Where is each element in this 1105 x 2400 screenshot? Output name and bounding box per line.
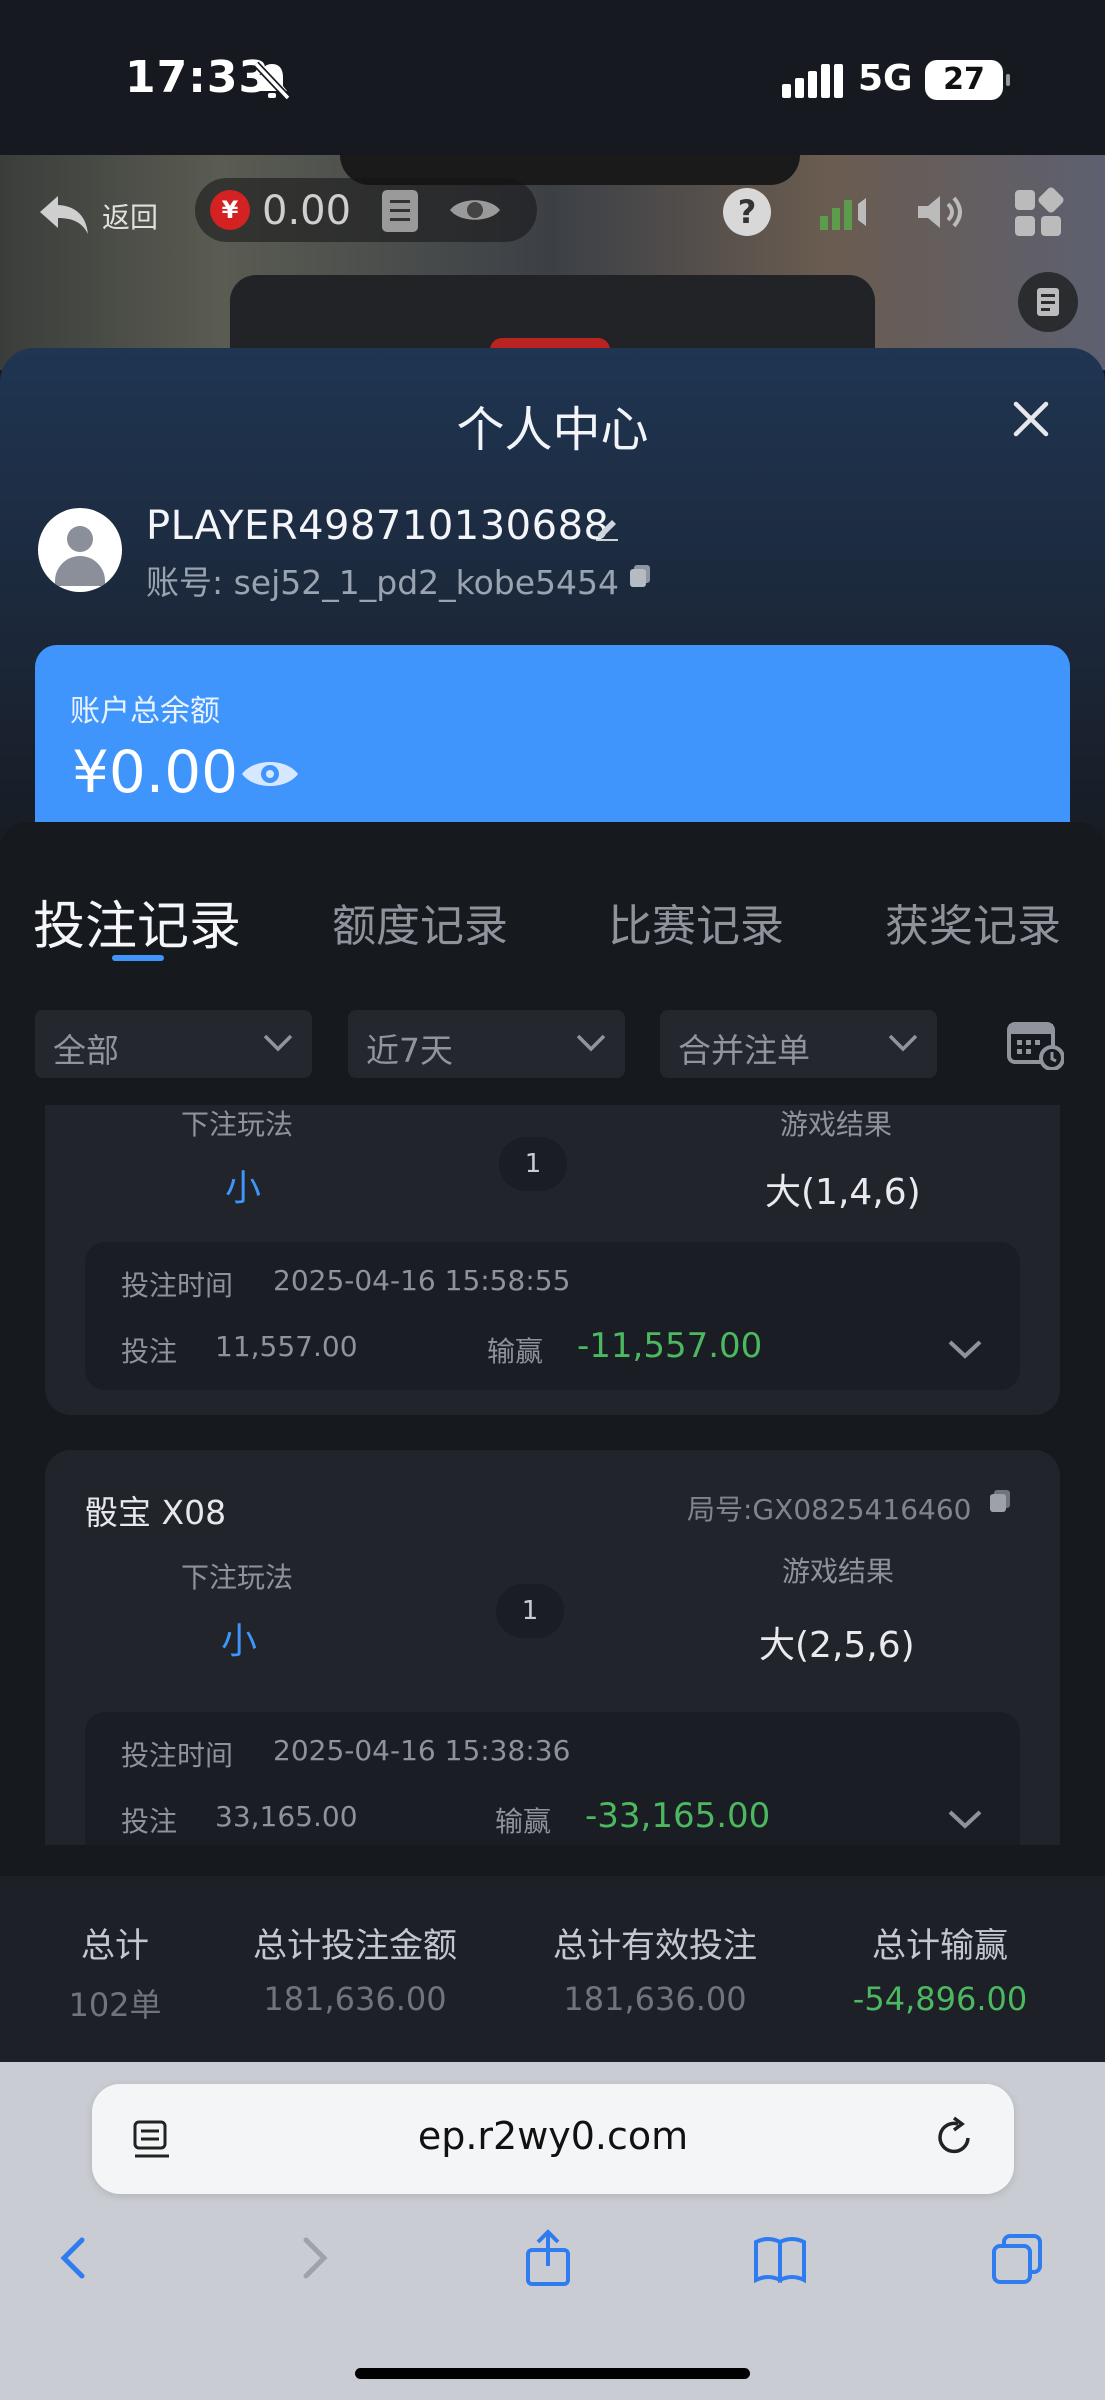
bet-count: 1 [499, 1137, 567, 1191]
total-valid-label: 总计有效投注 [553, 1926, 757, 1966]
account-id: 账号: sej52_1_pd2_kobe5454 [146, 563, 620, 602]
bet-pick: 小 [225, 1168, 262, 1209]
balance-card-amount: ¥0.00 [72, 738, 239, 806]
game-result: 大(2,5,6) [759, 1625, 915, 1666]
stake-amount: 33,165.00 [215, 1800, 358, 1833]
share-icon[interactable] [520, 2228, 576, 2288]
filter-bet-mode-value: 合并注单 [678, 1031, 810, 1070]
bet-detail-box: 投注时间 2025-04-16 15:58:55 投注 11,557.00 输赢… [85, 1242, 1020, 1390]
round-number: 局号:GX0825416460 [687, 1493, 972, 1526]
bet-detail-box: 投注时间 2025-04-16 15:38:36 投注 33,165.00 输赢… [85, 1712, 1020, 1845]
winloss-amount: -33,165.00 [585, 1796, 771, 1836]
network-type: 5G [858, 58, 913, 99]
filter-game-type[interactable]: 全部 [35, 1010, 312, 1078]
forward-nav-icon[interactable] [286, 2228, 342, 2288]
bet-count: 1 [496, 1584, 564, 1638]
bet-record-card[interactable]: 下注玩法 小 1 游戏结果 大(1,4,6) 投注时间 2025-04-16 1… [45, 1105, 1060, 1415]
result-label: 游戏结果 [780, 1108, 893, 1141]
status-time: 17:33 [125, 52, 271, 103]
player-name: PLAYER498710130688 [146, 503, 610, 549]
toggle-visibility-eye-icon[interactable] [240, 756, 300, 792]
chevron-down-icon [576, 1034, 606, 1052]
filter-date-range-value: 近7天 [366, 1031, 453, 1070]
total-count-label: 总计 [81, 1926, 149, 1966]
yen-coin-icon: ¥ [210, 190, 250, 230]
winloss-label: 输赢 [495, 1805, 552, 1838]
active-tab-indicator [112, 955, 164, 961]
result-label: 游戏结果 [782, 1555, 895, 1588]
edit-pencil-icon[interactable] [592, 512, 622, 542]
game-name: 骰宝 X08 [85, 1493, 227, 1532]
total-bet-value: 181,636.00 [263, 1980, 447, 2018]
total-winloss-value: -54,896.00 [852, 1980, 1028, 2018]
chevron-down-icon [263, 1034, 293, 1052]
calendar-clock-icon[interactable] [1006, 1018, 1064, 1070]
total-bet-label: 总计投注金额 [253, 1926, 457, 1966]
bet-time: 2025-04-16 15:58:55 [273, 1264, 571, 1297]
stake-label: 投注 [121, 1335, 178, 1368]
bet-time-label: 投注时间 [121, 1739, 234, 1772]
menu-grid-icon[interactable] [1015, 185, 1066, 236]
chart-stats-icon[interactable] [816, 188, 876, 236]
bet-time: 2025-04-16 15:38:36 [273, 1734, 571, 1767]
tab-match-records[interactable]: 比赛记录 [608, 890, 784, 954]
tab-bet-records[interactable]: 投注记录 [33, 884, 241, 959]
tabs-icon[interactable] [990, 2228, 1046, 2288]
total-count-value: 102单 [68, 1986, 162, 2024]
total-winloss-label: 总计输赢 [872, 1926, 1008, 1966]
copy-icon[interactable] [987, 1488, 1013, 1514]
notes-icon[interactable] [1018, 272, 1078, 332]
signal-icon [782, 62, 843, 98]
reload-icon[interactable] [934, 2114, 976, 2160]
help-icon[interactable]: ? [723, 188, 771, 236]
silent-bell-icon [253, 61, 291, 101]
volume-icon[interactable] [912, 188, 972, 236]
bet-record-card[interactable]: 骰宝 X08 局号:GX0825416460 下注玩法 小 1 游戏结果 大(2… [45, 1450, 1060, 1845]
bookmarks-icon[interactable] [752, 2228, 808, 2288]
close-icon[interactable] [1008, 396, 1054, 442]
stake-label: 投注 [121, 1805, 178, 1838]
page-menu-icon[interactable] [132, 2118, 172, 2162]
copy-icon[interactable] [627, 563, 653, 589]
home-indicator [355, 2368, 750, 2379]
battery-icon: 27 [925, 60, 1010, 100]
expand-chevron-icon[interactable] [947, 1338, 983, 1360]
back-arrow-icon[interactable] [36, 190, 92, 240]
balance-card-label: 账户总余额 [70, 694, 220, 729]
filter-date-range[interactable]: 近7天 [348, 1010, 625, 1078]
url-text[interactable]: ep.r2wy0.com [92, 2114, 1014, 2158]
stake-amount: 11,557.00 [215, 1330, 358, 1363]
records-icon[interactable] [382, 190, 418, 232]
header-balance: 0.00 [262, 188, 352, 234]
filter-game-type-value: 全部 [53, 1031, 119, 1070]
back-button-label[interactable]: 返回 [102, 196, 158, 236]
bet-time-label: 投注时间 [121, 1269, 234, 1302]
winloss-amount: -11,557.00 [577, 1326, 763, 1366]
chevron-down-icon [888, 1034, 918, 1052]
game-result: 大(1,4,6) [765, 1172, 921, 1213]
total-valid-value: 181,636.00 [563, 1980, 747, 2018]
tab-credit-records[interactable]: 额度记录 [332, 890, 508, 954]
bet-type-label: 下注玩法 [181, 1561, 294, 1594]
avatar[interactable] [38, 508, 122, 592]
bet-record-list[interactable]: 下注玩法 小 1 游戏结果 大(1,4,6) 投注时间 2025-04-16 1… [0, 1105, 1105, 1845]
tab-prize-records[interactable]: 获奖记录 [885, 890, 1061, 954]
totals-bar [0, 1876, 1105, 2062]
eye-icon[interactable] [448, 195, 502, 225]
winloss-label: 输赢 [487, 1335, 544, 1368]
bet-pick: 小 [221, 1621, 258, 1662]
panel-title: 个人中心 [456, 402, 649, 458]
expand-chevron-icon[interactable] [947, 1808, 983, 1830]
filter-bet-mode[interactable]: 合并注单 [660, 1010, 937, 1078]
bet-type-label: 下注玩法 [181, 1108, 294, 1141]
back-nav-icon[interactable] [46, 2228, 102, 2288]
